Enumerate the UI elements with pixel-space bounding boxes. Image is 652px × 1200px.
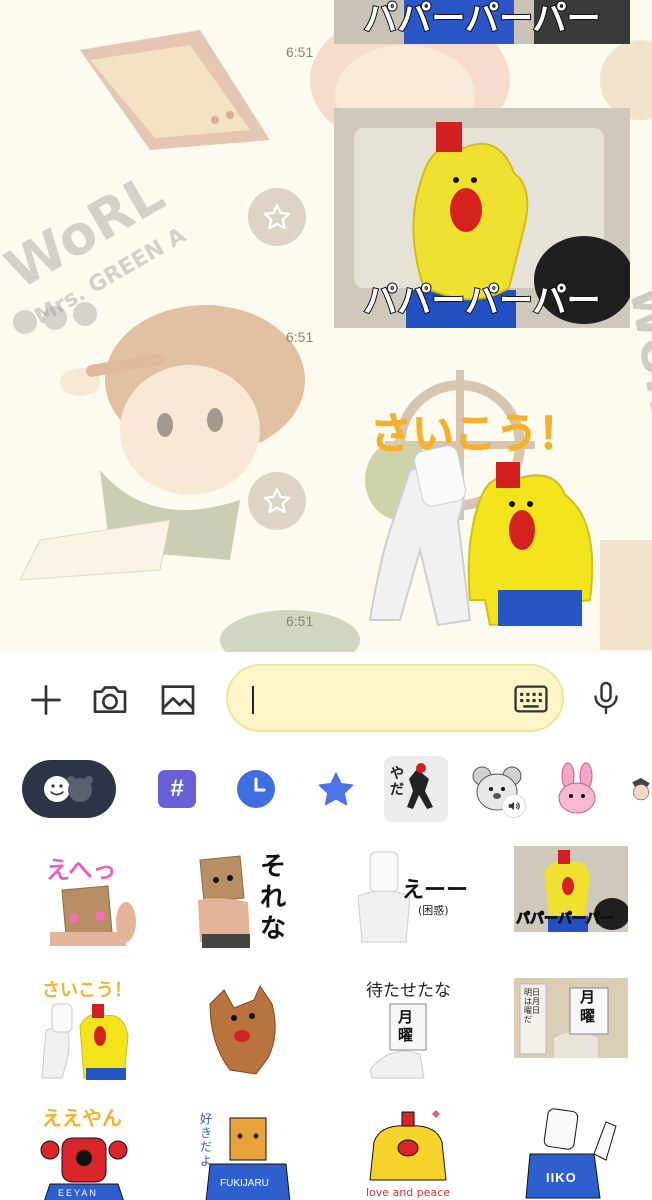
- keyboard-toggle-button[interactable]: [512, 680, 550, 718]
- sticker-item[interactable]: ええやん EEYAN: [36, 1098, 166, 1200]
- sticker-caption: パパーパーパー: [362, 281, 601, 321]
- emoji-toggle-icon: [44, 776, 93, 802]
- sticker-image: [198, 855, 250, 948]
- sticker-item[interactable]: パパーパーパー: [514, 846, 628, 932]
- gallery-button[interactable]: [154, 676, 202, 724]
- sticker-item[interactable]: えへっ: [30, 842, 160, 952]
- sticker-subtext: 月曜: [398, 1008, 414, 1044]
- sticker-image: [40, 1137, 128, 1200]
- message-input-bar: [0, 652, 652, 744]
- sticker-subtext: FUKIJARU: [220, 1178, 269, 1189]
- sticker-subtext: 明日は月曜日だ: [524, 988, 540, 1024]
- plus-icon: [31, 685, 61, 715]
- sticker-image: [365, 370, 594, 627]
- sticker-message[interactable]: パパーパーパー: [334, 0, 630, 44]
- favorite-sticker-button[interactable]: [248, 188, 306, 246]
- voice-button[interactable]: [582, 674, 630, 722]
- sticker-message[interactable]: パパーパーパー: [334, 108, 630, 328]
- timestamp: 6:51: [286, 44, 314, 60]
- sticker-subtext: EEYAN: [58, 1188, 98, 1198]
- sticker-image: [369, 1110, 447, 1181]
- camera-icon: [93, 686, 127, 713]
- tab-sticker-pack[interactable]: [470, 764, 526, 818]
- tab-label: やだ: [390, 766, 404, 798]
- star-outline-icon: [263, 488, 291, 514]
- tab-recent[interactable]: [236, 769, 276, 809]
- tab-sticker-pack-selected[interactable]: やだ: [384, 756, 448, 822]
- tab-sticker-pack[interactable]: [630, 766, 652, 814]
- star-outline-icon: [263, 204, 291, 230]
- message-text-field[interactable]: [248, 682, 498, 714]
- sticker-item[interactable]: love and peace: [360, 1098, 490, 1200]
- sticker-item[interactable]: それな: [190, 842, 320, 952]
- sticker-item[interactable]: 月曜 明日は月曜日だ: [514, 978, 628, 1058]
- favorite-star-icon: [318, 772, 354, 806]
- image-icon: [161, 685, 195, 715]
- add-button[interactable]: [22, 676, 70, 724]
- timestamp: 6:51: [286, 613, 314, 629]
- sticker-pack-character-icon: [632, 777, 650, 801]
- recent-clock-icon: [237, 770, 275, 808]
- sticker-grid: えへっ それな えーー (困惑) パパーパーパー さいこう！ 待たせたな 月曜 …: [0, 836, 652, 1200]
- sticker-text: パパーパーパー: [516, 911, 615, 928]
- microphone-icon: [594, 681, 618, 715]
- sticker-item[interactable]: さいこう！: [36, 974, 166, 1084]
- sticker-tab-bar: # やだ: [0, 744, 652, 836]
- text-caret: [252, 686, 254, 714]
- message-input[interactable]: [226, 664, 564, 732]
- sticker-item[interactable]: 好きだよ FUKIJARU: [200, 1098, 330, 1200]
- timestamp: 6:51: [286, 329, 314, 345]
- sticker-item[interactable]: 待たせたな 月曜: [350, 974, 480, 1084]
- sticker-text: 月曜: [580, 988, 596, 1025]
- sticker-item[interactable]: [190, 974, 320, 1084]
- sticker-text: 好きだよ: [200, 1112, 213, 1168]
- sticker-caption: パパーパーパー: [362, 0, 601, 39]
- sticker-item[interactable]: IIKO: [520, 1098, 650, 1200]
- speaker-icon: [508, 801, 520, 811]
- sticker-text: love and peace: [366, 1186, 451, 1199]
- sticker-caption: さいこう！: [369, 409, 581, 459]
- chat-area: WoRL Mrs. GREEN A WOR 6:51 6:51 6:51 パパー…: [0, 0, 652, 652]
- sticker-image: [41, 1003, 129, 1080]
- favorite-sticker-button[interactable]: [248, 472, 306, 530]
- sticker-message[interactable]: さいこう！: [360, 350, 630, 630]
- sticker-item[interactable]: えーー (困惑): [350, 842, 480, 952]
- camera-button[interactable]: [86, 676, 134, 724]
- tab-sticker-pack[interactable]: [554, 762, 600, 818]
- sticker-text: えーー: [402, 878, 469, 903]
- sticker-subtext: (困惑): [418, 904, 449, 917]
- hashtag-icon: #: [170, 775, 184, 802]
- keyboard-icon: [514, 685, 548, 713]
- sticker-image: [209, 984, 276, 1075]
- tab-favorites[interactable]: [315, 769, 357, 811]
- emoji-toggle-button[interactable]: [22, 760, 116, 818]
- sticker-image: [525, 1108, 617, 1199]
- sticker-pack-bunny-icon: [558, 762, 596, 814]
- tab-hashtag[interactable]: #: [158, 770, 196, 808]
- sticker-text: IIKO: [546, 1170, 577, 1185]
- sticker-image: [50, 885, 136, 946]
- sticker-text: それな: [260, 852, 287, 944]
- sound-badge: [502, 794, 526, 818]
